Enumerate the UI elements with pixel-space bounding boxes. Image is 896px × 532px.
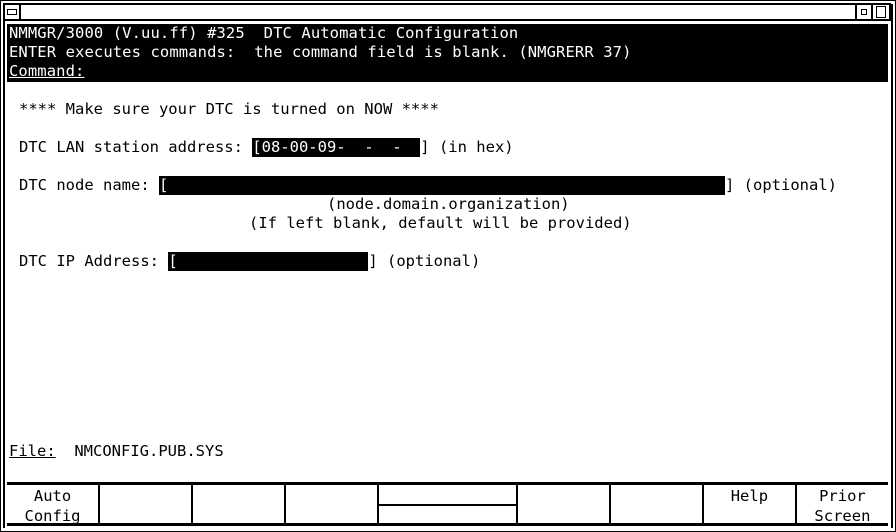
lan-address-row: DTC LAN station address: [08-00-09- - - … [19, 138, 514, 157]
node-name-label: DTC node name: [19, 176, 159, 194]
frame-border-right [891, 4, 893, 528]
ip-address-bracket: ] [368, 252, 378, 270]
command-row: Command: [9, 62, 84, 81]
ip-address-row: DTC IP Address: [] (optional) [19, 252, 480, 271]
node-name-suffix: (optional) [734, 176, 837, 194]
screen-title: NMMGR/3000 (V.uu.ff) #325 DTC Automatic … [9, 24, 519, 42]
header-banner: NMMGR/3000 (V.uu.ff) #325 DTC Automatic … [7, 24, 888, 82]
ip-address-input[interactable]: [ [168, 252, 369, 271]
lan-address-bracket: ] [420, 138, 430, 156]
softkey-auto-config[interactable]: Auto Config [7, 485, 101, 525]
node-name-hint-default: (If left blank, default will be provided… [249, 214, 632, 232]
maximize-icon [876, 6, 886, 18]
warning-text: **** Make sure your DTC is turned on NOW… [19, 100, 439, 118]
terminal-screen: NMMGR/3000 (V.uu.ff) #325 DTC Automatic … [7, 24, 888, 481]
softkey-help[interactable]: Help [704, 485, 797, 523]
file-label: File: [9, 442, 56, 460]
system-menu-button[interactable] [3, 3, 21, 21]
lan-address-suffix: (in hex) [429, 138, 514, 156]
status-message: ENTER executes commands: the command fie… [9, 43, 632, 61]
node-name-input[interactable]: [ [158, 176, 725, 195]
softkey-bar: Auto Config Help Prior Screen [7, 482, 888, 526]
title-bar[interactable] [3, 3, 891, 21]
node-name-bracket: ] [724, 176, 735, 194]
lan-address-label: DTC LAN station address: [19, 138, 253, 156]
softkey-f6[interactable] [518, 485, 611, 523]
maximize-button[interactable] [871, 3, 891, 21]
softkey-f7[interactable] [611, 485, 704, 523]
softkey-prior-screen[interactable]: Prior Screen [797, 485, 888, 525]
node-name-hint-format: (node.domain.organization) [327, 195, 570, 213]
softkey-f5[interactable] [379, 485, 518, 523]
lan-address-input[interactable]: [08-00-09- - - [252, 138, 421, 157]
softkey-f2[interactable] [100, 485, 194, 523]
system-menu-icon [7, 9, 17, 15]
node-name-row: DTC node name: [] (optional) [19, 176, 837, 195]
ip-address-label: DTC IP Address: [19, 252, 169, 270]
ip-address-suffix: (optional) [377, 252, 481, 270]
frame-border-left [3, 4, 5, 528]
file-row: File: NMCONFIG.PUB.SYS [9, 442, 224, 461]
file-value: NMCONFIG.PUB.SYS [74, 442, 224, 460]
softkey-f3[interactable] [193, 485, 287, 523]
softkey-f4[interactable] [286, 485, 380, 523]
command-label: Command: [9, 62, 85, 80]
minimize-icon [861, 9, 867, 15]
